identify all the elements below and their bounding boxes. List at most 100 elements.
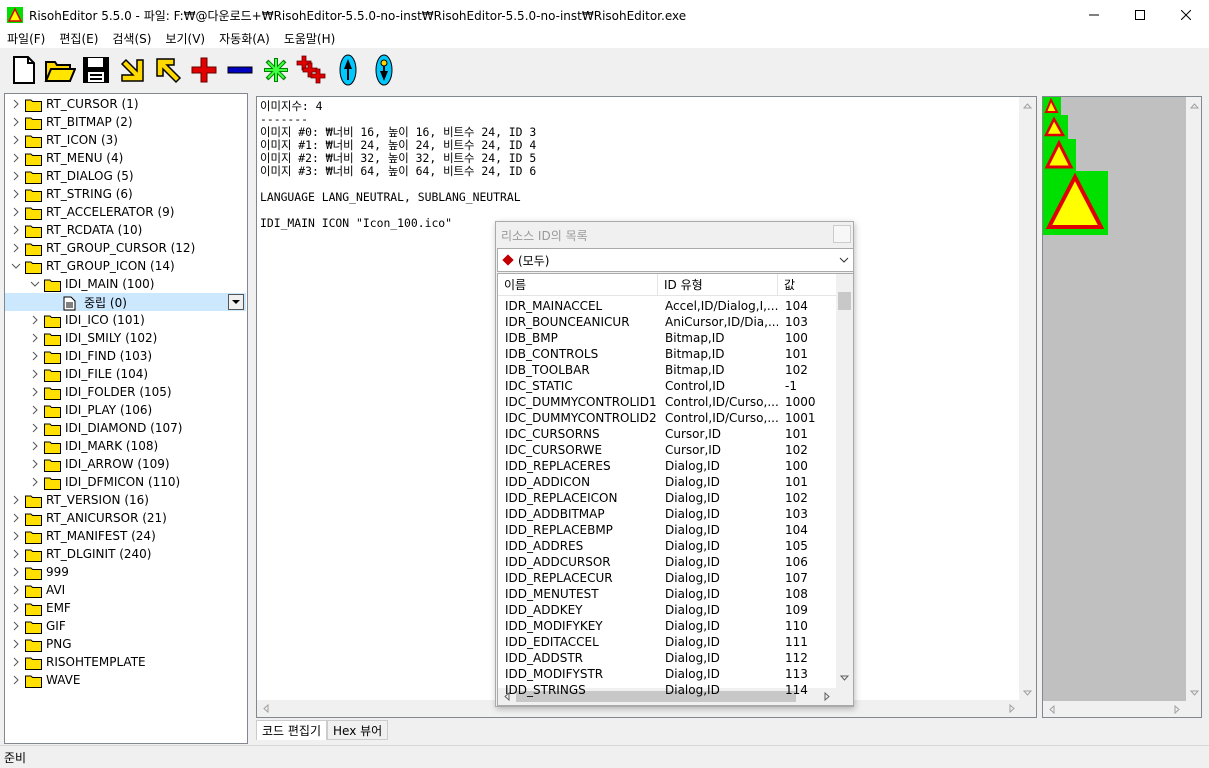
column-name[interactable]: 이름 xyxy=(498,274,658,296)
move-down-icon[interactable] xyxy=(366,52,402,88)
tree-item[interactable]: IDI_ICO (101) xyxy=(28,311,145,329)
list-row[interactable]: IDC_CURSORNS Cursor,ID 101 xyxy=(498,426,838,442)
list-row[interactable]: IDD_MODIFYKEY Dialog,ID 110 xyxy=(498,618,838,634)
list-row[interactable]: IDD_EDITACCEL Dialog,ID 111 xyxy=(498,634,838,650)
chevron-right-icon[interactable] xyxy=(9,225,23,235)
tree-item[interactable]: IDI_DIAMOND (107) xyxy=(28,419,182,437)
dropdown-button[interactable] xyxy=(228,294,244,310)
add-icon[interactable] xyxy=(186,52,222,88)
tree-item[interactable]: IDI_DFMICON (110) xyxy=(28,473,180,491)
tree-item[interactable]: IDI_FOLDER (105) xyxy=(28,383,172,401)
list-row[interactable]: IDD_ADDKEY Dialog,ID 109 xyxy=(498,602,838,618)
list-row[interactable]: IDB_TOOLBAR Bitmap,ID 102 xyxy=(498,362,838,378)
list-row[interactable]: IDR_BOUNCEANICUR AniCursor,ID/Dia,... 103 xyxy=(498,314,838,330)
menu-file[interactable]: 파일(F) xyxy=(0,30,52,49)
move-up-icon[interactable] xyxy=(330,52,366,88)
tree-item[interactable]: IDI_MAIN (100) xyxy=(28,275,154,293)
tree-item[interactable]: AVI xyxy=(9,581,65,599)
chevron-right-icon[interactable] xyxy=(28,459,42,469)
list-row[interactable]: IDR_MAINACCEL Accel,ID/Dialog,I,... 104 xyxy=(498,298,838,314)
chevron-right-icon[interactable] xyxy=(9,531,23,541)
tree-item[interactable]: RT_RCDATA (10) xyxy=(9,221,142,239)
chevron-right-icon[interactable] xyxy=(9,675,23,685)
chevron-right-icon[interactable] xyxy=(9,207,23,217)
tree-item[interactable]: IDI_SMILY (102) xyxy=(28,329,157,347)
maximize-button[interactable] xyxy=(1117,0,1163,30)
column-id-type[interactable]: ID 유형 xyxy=(658,274,778,296)
tree-item[interactable]: IDI_FILE (104) xyxy=(28,365,148,383)
list-row[interactable]: IDB_CONTROLS Bitmap,ID 101 xyxy=(498,346,838,362)
tree-item[interactable]: RT_CURSOR (1) xyxy=(9,95,139,113)
chevron-right-icon[interactable] xyxy=(28,387,42,397)
chevron-right-icon[interactable] xyxy=(28,423,42,433)
chevron-right-icon[interactable] xyxy=(9,117,23,127)
list-row[interactable]: IDC_CURSORWE Cursor,ID 102 xyxy=(498,442,838,458)
chevron-right-icon[interactable] xyxy=(9,171,23,181)
tab-hex-viewer[interactable]: Hex 뷰어 xyxy=(327,720,389,740)
tree-item[interactable]: GIF xyxy=(9,617,66,635)
arrow-up-left-icon[interactable] xyxy=(150,52,186,88)
tree-item[interactable]: 999 xyxy=(9,563,69,581)
list-row[interactable]: IDD_ADDICON Dialog,ID 101 xyxy=(498,474,838,490)
chevron-right-icon[interactable] xyxy=(9,549,23,559)
tree-item[interactable]: RT_DLGINIT (240) xyxy=(9,545,152,563)
resource-tree[interactable]: RT_CURSOR (1) RT_BITMAP (2) RT_ICON (3) RT_… xyxy=(4,93,248,744)
chevron-right-icon[interactable] xyxy=(9,153,23,163)
chevron-right-icon[interactable] xyxy=(28,369,42,379)
tree-item[interactable]: RT_ACCELERATOR (9) xyxy=(9,203,174,221)
save-icon[interactable] xyxy=(78,52,114,88)
chevron-right-icon[interactable] xyxy=(28,351,42,361)
chevron-right-icon[interactable] xyxy=(9,135,23,145)
chevron-right-icon[interactable] xyxy=(9,585,23,595)
add-multiple-icon[interactable] xyxy=(294,52,330,88)
tree-item[interactable]: RT_GROUP_ICON (14) xyxy=(9,257,175,275)
resource-id-list[interactable]: 이름 ID 유형 값 IDR_MAINACCEL Accel,ID/Dialog,… xyxy=(497,273,854,706)
list-row[interactable]: IDC_DUMMYCONTROLID2 Control,ID/Curso,... 1… xyxy=(498,410,838,426)
tab-code-editor[interactable]: 코드 편집기 xyxy=(256,720,328,740)
chevron-right-icon[interactable] xyxy=(28,441,42,451)
list-row[interactable]: IDD_REPLACEBMP Dialog,ID 104 xyxy=(498,522,838,538)
asterisk-icon[interactable] xyxy=(258,52,294,88)
chevron-right-icon[interactable] xyxy=(9,567,23,577)
tree-item[interactable]: RT_ANICURSOR (21) xyxy=(9,509,167,527)
list-row[interactable]: IDD_MENUTEST Dialog,ID 108 xyxy=(498,586,838,602)
list-row[interactable]: IDD_ADDSTR Dialog,ID 112 xyxy=(498,650,838,666)
editor-vertical-scrollbar[interactable] xyxy=(1019,97,1036,717)
menu-automation[interactable]: 자동화(A) xyxy=(212,30,277,49)
chevron-right-icon[interactable] xyxy=(9,639,23,649)
open-folder-icon[interactable] xyxy=(42,52,78,88)
minimize-button[interactable] xyxy=(1071,0,1117,30)
tree-item[interactable]: 중립 (0) xyxy=(47,293,127,311)
list-row[interactable]: IDD_ADDRES Dialog,ID 105 xyxy=(498,538,838,554)
chevron-right-icon[interactable] xyxy=(9,657,23,667)
chevron-right-icon[interactable] xyxy=(9,603,23,613)
tree-item[interactable]: RT_ICON (3) xyxy=(9,131,118,149)
arrow-down-left-icon[interactable] xyxy=(114,52,150,88)
dialog-close-button[interactable] xyxy=(833,225,851,243)
tree-item[interactable]: RT_DIALOG (5) xyxy=(9,167,134,185)
chevron-right-icon[interactable] xyxy=(9,243,23,253)
list-vertical-scrollbar[interactable] xyxy=(836,274,853,688)
list-row[interactable]: IDD_REPLACECUR Dialog,ID 107 xyxy=(498,570,838,586)
list-row[interactable]: IDC_DUMMYCONTROLID1 Control,ID/Curso,... 1… xyxy=(498,394,838,410)
chevron-down-icon[interactable] xyxy=(9,262,23,270)
menu-search[interactable]: 검색(S) xyxy=(105,30,158,49)
chevron-right-icon[interactable] xyxy=(28,405,42,415)
code-text[interactable]: 이미지수: 4 ------- 이미지 #0: ₩너비 16, 높이 16, 비트수… xyxy=(260,100,536,230)
new-icon[interactable] xyxy=(6,52,42,88)
tree-item[interactable]: RT_MANIFEST (24) xyxy=(9,527,156,545)
list-row[interactable]: IDD_REPLACEICON Dialog,ID 102 xyxy=(498,490,838,506)
list-row[interactable]: IDC_STATIC Control,ID -1 xyxy=(498,378,838,394)
chevron-down-icon[interactable] xyxy=(28,280,42,288)
list-row[interactable]: IDD_MODIFYSTR Dialog,ID 113 xyxy=(498,666,838,682)
tree-item[interactable]: RT_MENU (4) xyxy=(9,149,123,167)
tree-item[interactable]: RT_BITMAP (2) xyxy=(9,113,133,131)
chevron-right-icon[interactable] xyxy=(28,315,42,325)
close-button[interactable] xyxy=(1163,0,1209,30)
column-value[interactable]: 값 xyxy=(778,274,838,296)
tree-item[interactable]: RISOHTEMPLATE xyxy=(9,653,146,671)
chevron-right-icon[interactable] xyxy=(9,99,23,109)
tree-item[interactable]: RT_VERSION (16) xyxy=(9,491,149,509)
tree-item[interactable]: IDI_PLAY (106) xyxy=(28,401,152,419)
tree-item[interactable]: IDI_FIND (103) xyxy=(28,347,152,365)
